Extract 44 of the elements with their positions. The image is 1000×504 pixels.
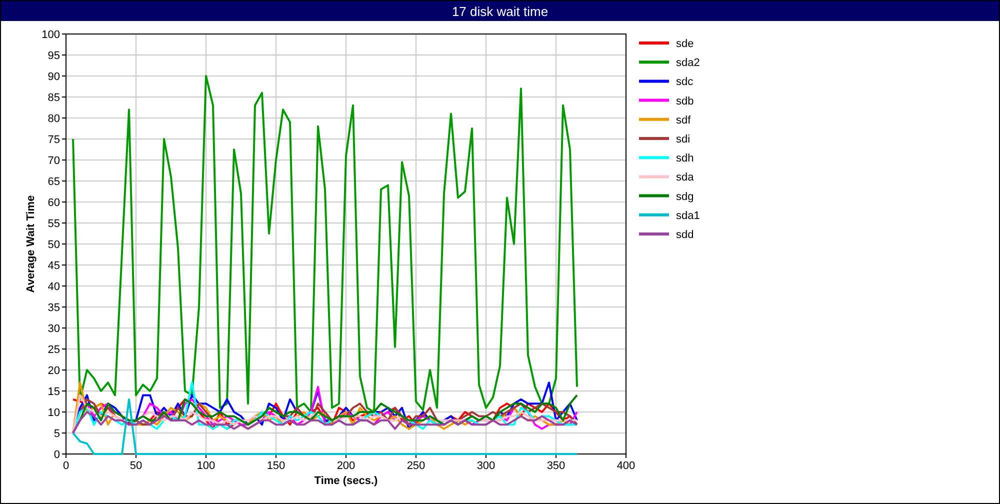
tick-label: 50 <box>130 460 142 472</box>
tick-label: 60 <box>48 197 60 209</box>
legend-label: sdc <box>676 76 694 88</box>
tick-label: 25 <box>48 344 60 356</box>
tick-label: 85 <box>48 92 60 104</box>
tick-label: 65 <box>48 176 60 188</box>
tick-label: 300 <box>476 460 496 472</box>
tick-label: 50 <box>48 239 60 251</box>
tick-label: 20 <box>48 365 60 377</box>
tick-label: 200 <box>336 460 356 472</box>
tick-label: 10 <box>48 407 60 419</box>
legend-label: sdi <box>676 134 690 146</box>
legend-label: sda <box>676 172 694 184</box>
tick-label: 400 <box>616 460 636 472</box>
tick-label: 350 <box>546 460 566 472</box>
tick-label: 35 <box>48 302 60 314</box>
tick-label: 40 <box>48 281 60 293</box>
tick-label: 150 <box>266 460 286 472</box>
legend-label: sdb <box>676 95 694 108</box>
axis-title: Average Wait Time <box>25 195 37 293</box>
legend-label: sda2 <box>676 57 700 70</box>
legend-label: sdg <box>676 190 694 203</box>
tick-label: 5 <box>54 428 60 440</box>
tick-label: 45 <box>48 260 60 272</box>
tick-label: 75 <box>48 134 60 146</box>
tick-label: 55 <box>48 218 60 230</box>
legend-label: sdf <box>676 114 691 126</box>
tick-label: 100 <box>196 460 216 472</box>
tick-label: 100 <box>42 29 60 41</box>
legend-label: sde <box>676 38 694 50</box>
legend-label: sdd <box>676 229 694 241</box>
tick-label: 80 <box>48 113 60 125</box>
tick-label: 95 <box>48 50 60 62</box>
legend-label: sdh <box>676 152 694 165</box>
tick-label: 15 <box>48 386 60 398</box>
axis-title: Time (secs.) <box>314 475 378 487</box>
tick-label: 0 <box>54 449 60 461</box>
tick-label: 30 <box>48 323 60 335</box>
tick-label: 250 <box>406 460 426 472</box>
legend-label: sda1 <box>676 210 700 222</box>
tick-label: 70 <box>48 155 60 167</box>
tick-label: 0 <box>62 460 70 472</box>
window-title: 17 disk wait time <box>452 4 548 18</box>
tick-label: 90 <box>48 71 60 83</box>
